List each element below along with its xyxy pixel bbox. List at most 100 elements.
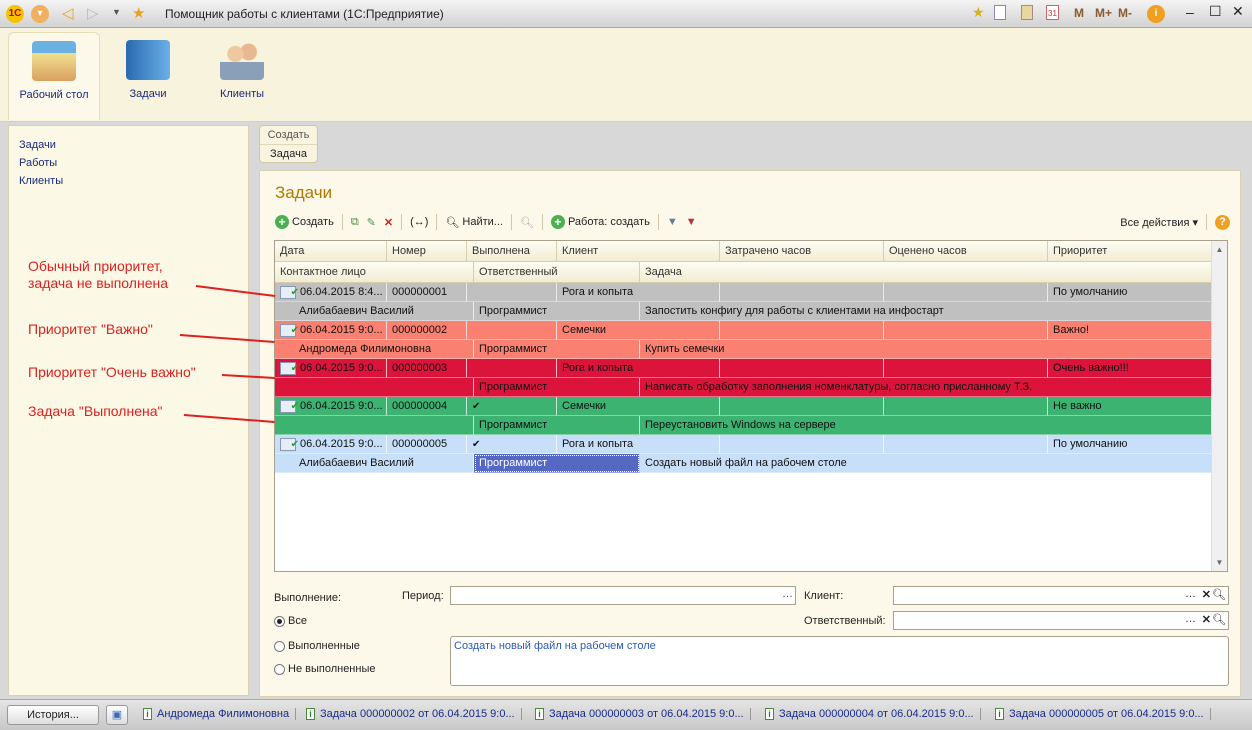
cell-task[interactable]: Купить семечки	[640, 340, 1212, 359]
open-icon[interactable]: 🔍︎	[1212, 613, 1226, 626]
cell-done[interactable]	[467, 283, 557, 302]
ellipsis-icon[interactable]: …	[1185, 613, 1196, 625]
cell-done[interactable]	[467, 359, 557, 378]
open-window-tab[interactable]: i Задача 000000004 от 06.04.2015 9:0...	[765, 708, 981, 720]
delete-icon[interactable]: ✕	[384, 216, 393, 229]
responsible-input[interactable]: … ✕ 🔍︎	[893, 611, 1229, 630]
cell-spent[interactable]	[720, 321, 884, 340]
memory-button[interactable]: M	[1074, 6, 1084, 20]
cell-done[interactable]: ✔	[467, 397, 557, 416]
back-icon[interactable]: ◁	[62, 4, 74, 22]
radio-all[interactable]: Все	[274, 615, 307, 627]
section-tasks[interactable]: Задачи	[102, 32, 194, 120]
favorites-star-icon[interactable]: ★	[132, 4, 145, 22]
cell-contact[interactable]: Алибабаевич Василий	[275, 454, 474, 473]
cell-responsible[interactable]: Программист	[474, 340, 640, 359]
edit-pencil-icon[interactable]: ✎	[367, 216, 376, 229]
close-icon[interactable]: ✕	[1232, 3, 1244, 20]
cell-estimated[interactable]	[884, 435, 1048, 454]
ellipsis-icon[interactable]: …	[782, 588, 793, 600]
scroll-down-icon[interactable]: ▼	[1212, 558, 1227, 567]
cell-task[interactable]: Написать обработку заполнения номенклату…	[640, 378, 1212, 397]
cell-task[interactable]: Создать новый файл на рабочем столе	[640, 454, 1212, 473]
memory-minus-button[interactable]: M-	[1118, 6, 1132, 20]
memory-plus-button[interactable]: M+	[1095, 6, 1112, 20]
cell-contact[interactable]	[275, 416, 474, 435]
create-task-link[interactable]: Задача	[260, 145, 317, 163]
cell-date[interactable]: 06.04.2015 9:0...	[275, 359, 387, 378]
column-header[interactable]: Приоритет	[1048, 241, 1212, 262]
cell-priority[interactable]: Важно!	[1048, 321, 1212, 340]
cell-done[interactable]: ✔	[467, 435, 557, 454]
open-window-tab[interactable]: i Задача 000000005 от 06.04.2015 9:0...	[995, 708, 1211, 720]
find-button[interactable]: 🔍︎ Найти...	[445, 216, 503, 229]
cell-responsible[interactable]: Программист	[474, 302, 640, 321]
cell-client[interactable]: Семечки	[557, 397, 720, 416]
cell-priority[interactable]: По умолчанию	[1048, 283, 1212, 302]
cell-date[interactable]: 06.04.2015 9:0...	[275, 397, 387, 416]
vertical-scrollbar[interactable]: ▲ ▼	[1211, 241, 1227, 571]
open-icon[interactable]: 🔍︎	[1212, 588, 1226, 601]
sync-icon[interactable]: (↔)	[410, 216, 428, 228]
cell-estimated[interactable]	[884, 397, 1048, 416]
filter-icon[interactable]: ▼	[667, 216, 678, 228]
cell-date[interactable]: 06.04.2015 8:4...	[275, 283, 387, 302]
column-header[interactable]: Ответственный	[474, 262, 640, 283]
cell-number[interactable]: 000000001	[387, 283, 467, 302]
help-icon[interactable]: ?	[1215, 214, 1230, 230]
cell-contact[interactable]: Алибабаевич Василий	[275, 302, 474, 321]
client-input[interactable]: … ✕ 🔍︎	[893, 586, 1229, 605]
cell-priority[interactable]: По умолчанию	[1048, 435, 1212, 454]
clear-icon[interactable]: ✕	[1202, 588, 1211, 601]
open-window-tab[interactable]: i Задача 000000003 от 06.04.2015 9:0...	[535, 708, 751, 720]
period-input[interactable]: …	[450, 586, 796, 605]
cell-estimated[interactable]	[884, 359, 1048, 378]
cancel-search-icon[interactable]: 🔍︎	[520, 216, 534, 229]
cell-date[interactable]: 06.04.2015 9:0...	[275, 321, 387, 340]
work-create-button[interactable]: + Работа: создать	[550, 215, 650, 229]
cell-contact[interactable]: Андромеда Филимоновна	[275, 340, 474, 359]
radio-not-done[interactable]: Не выполненные	[274, 663, 375, 675]
calculator-icon[interactable]	[1021, 5, 1033, 20]
column-header[interactable]: Клиент	[557, 241, 720, 262]
cell-estimated[interactable]	[884, 321, 1048, 340]
cell-spent[interactable]	[720, 397, 884, 416]
section-desktop[interactable]: Рабочий стол	[8, 32, 100, 120]
cell-estimated[interactable]	[884, 283, 1048, 302]
minimize-icon[interactable]: –	[1186, 4, 1194, 20]
cell-client[interactable]: Семечки	[557, 321, 720, 340]
cell-number[interactable]: 000000005	[387, 435, 467, 454]
main-menu-icon[interactable]: ▾	[31, 5, 49, 23]
radio-button[interactable]	[274, 663, 285, 675]
clear-icon[interactable]: ✕	[1202, 613, 1211, 626]
column-header[interactable]: Выполнена	[467, 241, 557, 262]
cell-spent[interactable]	[720, 359, 884, 378]
nav-tasks[interactable]: Задачи	[9, 136, 248, 154]
cell-task[interactable]: Запостить конфигу для работы с клиентами…	[640, 302, 1212, 321]
cell-client[interactable]: Рога и копыта	[557, 359, 720, 378]
forward-icon[interactable]: ▷	[87, 4, 99, 22]
add-favorite-icon[interactable]: ★	[972, 4, 985, 21]
maximize-icon[interactable]: ☐	[1209, 3, 1222, 20]
cell-client[interactable]: Рога и копыта	[557, 435, 720, 454]
nav-works[interactable]: Работы	[9, 154, 248, 172]
radio-button[interactable]	[274, 640, 285, 652]
task-text-field[interactable]: Создать новый файл на рабочем столе	[450, 636, 1229, 686]
favorites-list-icon[interactable]	[994, 5, 1006, 20]
1c-logo-icon[interactable]: 1С	[6, 5, 24, 23]
cell-number[interactable]: 000000002	[387, 321, 467, 340]
cell-spent[interactable]	[720, 283, 884, 302]
scroll-up-icon[interactable]: ▲	[1212, 245, 1227, 254]
open-window-tab[interactable]: i Андромеда Филимоновна	[143, 708, 297, 720]
column-header[interactable]: Контактное лицо	[275, 262, 474, 283]
cell-responsible[interactable]: Программист	[474, 454, 640, 473]
cell-contact[interactable]	[275, 378, 474, 397]
cell-spent[interactable]	[720, 435, 884, 454]
cell-done[interactable]	[467, 321, 557, 340]
ellipsis-icon[interactable]: …	[1185, 588, 1196, 600]
cell-priority[interactable]: Не важно	[1048, 397, 1212, 416]
column-header[interactable]: Номер	[387, 241, 467, 262]
copy-button[interactable]: ⧉	[351, 216, 359, 229]
cell-task[interactable]: Переустановить Windows на сервере	[640, 416, 1212, 435]
cell-responsible[interactable]: Программист	[474, 416, 640, 435]
